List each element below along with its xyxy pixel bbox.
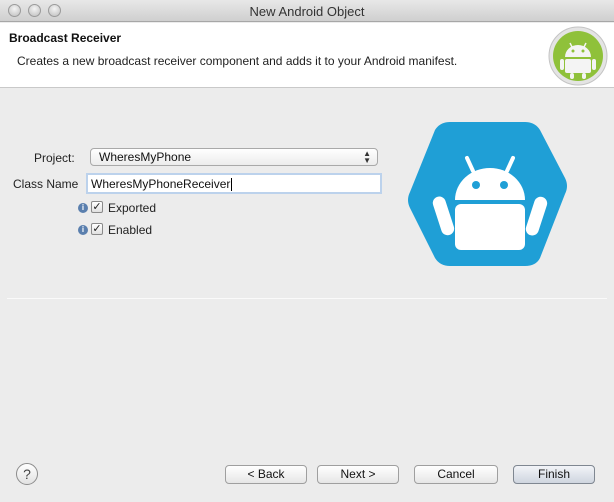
help-button[interactable]: ? <box>16 463 38 485</box>
page-description: Creates a new broadcast receiver compone… <box>17 54 458 68</box>
page-title: Broadcast Receiver <box>9 31 122 45</box>
android-logo-icon <box>548 26 608 86</box>
enabled-checkbox[interactable]: ✓ <box>91 223 103 235</box>
cancel-button[interactable]: Cancel <box>414 465 498 484</box>
project-select-value: WheresMyPhone <box>99 150 192 164</box>
finish-button[interactable]: Finish <box>513 465 595 484</box>
exported-checkbox[interactable]: ✓ <box>91 201 103 213</box>
next-button[interactable]: Next > <box>317 465 399 484</box>
class-name-input[interactable]: WheresMyPhoneReceiver <box>86 173 382 194</box>
exported-label: Exported <box>108 201 157 215</box>
window-titlebar: New Android Object <box>0 0 614 22</box>
project-select[interactable]: WheresMyPhone ▲ ▼ <box>90 148 378 166</box>
back-button[interactable]: < Back <box>225 465 307 484</box>
text-caret <box>231 178 233 192</box>
info-icon[interactable]: i <box>78 225 88 235</box>
window-title: New Android Object <box>249 4 365 19</box>
info-icon[interactable]: i <box>78 203 88 213</box>
separator <box>7 298 607 299</box>
class-name-value: WheresMyPhoneReceiver <box>91 177 231 191</box>
wizard-header: Broadcast Receiver Creates a new broadca… <box>0 23 614 88</box>
enabled-label: Enabled <box>108 223 153 237</box>
select-arrows-icon: ▲ ▼ <box>363 149 371 165</box>
project-label: Project: <box>34 151 75 165</box>
android-hexagon-icon <box>408 122 567 266</box>
class-name-label: Class Name <box>13 177 79 191</box>
